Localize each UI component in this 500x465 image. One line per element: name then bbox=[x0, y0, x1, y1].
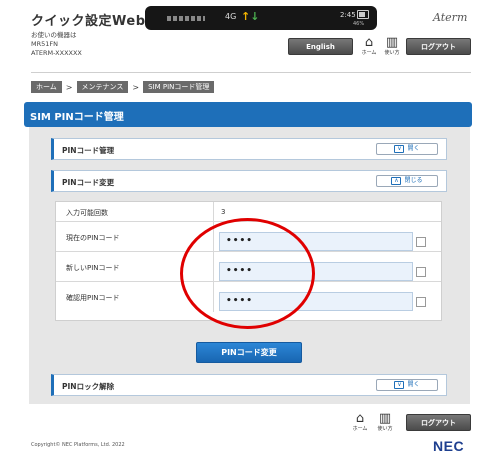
section-title: PINコード変更 bbox=[62, 178, 115, 187]
aterm-logo: Aterm bbox=[433, 11, 468, 24]
logout-button[interactable]: ログアウト bbox=[406, 38, 471, 55]
help-nav-button[interactable]: ▥ 使い方 bbox=[381, 36, 403, 56]
chevron-down-icon: ∨ bbox=[394, 144, 405, 153]
show-current-pin-checkbox[interactable] bbox=[416, 237, 426, 247]
home-icon: ⌂ bbox=[364, 35, 374, 50]
breadcrumb: ホーム > メンテナンス > SIM PINコード管理 bbox=[31, 81, 215, 93]
header: クイック設定Web お使いの機器は MR51FN ATERM-XXXXXX 4G… bbox=[0, 0, 500, 75]
chevron-down-icon: ∨ bbox=[394, 380, 405, 389]
app-title: クイック設定Web bbox=[31, 14, 146, 29]
close-button[interactable]: ∧ 閉じる bbox=[376, 175, 438, 187]
book-icon: ▥ bbox=[385, 35, 399, 50]
new-pin-label: 新しいPINコード bbox=[66, 264, 120, 272]
network-type: 4G bbox=[225, 12, 237, 21]
english-button[interactable]: English bbox=[288, 38, 353, 55]
device-status-bar: 4G ↑↓ 2:45 46% bbox=[145, 6, 377, 30]
pin-change-submit-button[interactable]: PINコード変更 bbox=[196, 342, 302, 363]
device-id: ATERM-XXXXXX bbox=[31, 49, 82, 57]
help-nav-label: 使い方 bbox=[377, 426, 393, 432]
open-button[interactable]: ∨ 開く bbox=[376, 143, 438, 155]
breadcrumb-separator: > bbox=[65, 82, 73, 92]
toggle-label: 開く bbox=[407, 145, 420, 152]
book-icon: ▥ bbox=[378, 411, 392, 426]
page-title: SIM PINコード管理 bbox=[30, 112, 124, 123]
device-info-label: お使いの機器は bbox=[31, 31, 77, 39]
download-arrow-icon: ↓ bbox=[250, 10, 260, 23]
attempts-label: 入力可能回数 bbox=[66, 209, 108, 217]
current-pin-label: 現在のPINコード bbox=[66, 234, 120, 242]
show-confirm-pin-checkbox[interactable] bbox=[416, 297, 426, 307]
breadcrumb-home[interactable]: ホーム bbox=[31, 81, 62, 93]
footer: ⌂ ホーム ▥ 使い方 ログアウト Copyright© NEC Platfor… bbox=[0, 404, 500, 465]
breadcrumb-maintenance[interactable]: メンテナンス bbox=[76, 81, 129, 93]
battery-percent: 46% bbox=[353, 21, 365, 27]
show-new-pin-checkbox[interactable] bbox=[416, 267, 426, 277]
section-pin-unlock[interactable]: PINロック解除 ∨ 開く bbox=[51, 374, 447, 396]
signal-strength-icon bbox=[167, 16, 205, 21]
open-button[interactable]: ∨ 開く bbox=[376, 379, 438, 391]
toggle-label: 閉じる bbox=[404, 177, 423, 184]
device-model: MR51FN bbox=[31, 40, 58, 48]
page-title-bar: SIM PINコード管理 bbox=[24, 102, 472, 127]
highlight-ellipse bbox=[180, 218, 315, 329]
home-nav-label: ホーム bbox=[352, 426, 368, 432]
section-pin-change[interactable]: PINコード変更 ∧ 閉じる bbox=[51, 170, 447, 192]
breadcrumb-current: SIM PINコード管理 bbox=[143, 81, 215, 93]
nec-logo: NEC bbox=[433, 438, 465, 454]
home-nav-button[interactable]: ⌂ ホーム bbox=[349, 412, 371, 432]
data-transfer-icon: ↑↓ bbox=[241, 10, 259, 23]
home-nav-label: ホーム bbox=[361, 50, 377, 56]
help-nav-button[interactable]: ▥ 使い方 bbox=[374, 412, 396, 432]
section-title: PINロック解除 bbox=[62, 382, 115, 391]
home-icon: ⌂ bbox=[355, 411, 365, 426]
breadcrumb-separator: > bbox=[132, 82, 140, 92]
logout-button[interactable]: ログアウト bbox=[406, 414, 471, 431]
copyright: Copyright© NEC Platforms, Ltd. 2022 bbox=[31, 442, 125, 448]
section-pin-management[interactable]: PINコード管理 ∨ 開く bbox=[51, 138, 447, 160]
chevron-up-icon: ∧ bbox=[391, 176, 402, 185]
column-divider bbox=[213, 202, 214, 221]
section-title: PINコード管理 bbox=[62, 146, 115, 155]
clock: 2:45 bbox=[340, 11, 356, 19]
home-nav-button[interactable]: ⌂ ホーム bbox=[358, 36, 380, 56]
battery-icon bbox=[357, 10, 369, 19]
confirm-pin-label: 確認用PINコード bbox=[66, 294, 120, 302]
help-nav-label: 使い方 bbox=[384, 50, 400, 56]
attempts-value: 3 bbox=[221, 208, 226, 216]
device-info: お使いの機器は MR51FN ATERM-XXXXXX bbox=[31, 31, 82, 58]
header-divider bbox=[31, 72, 471, 73]
upload-arrow-icon: ↑ bbox=[241, 10, 251, 23]
toggle-label: 開く bbox=[407, 381, 420, 388]
